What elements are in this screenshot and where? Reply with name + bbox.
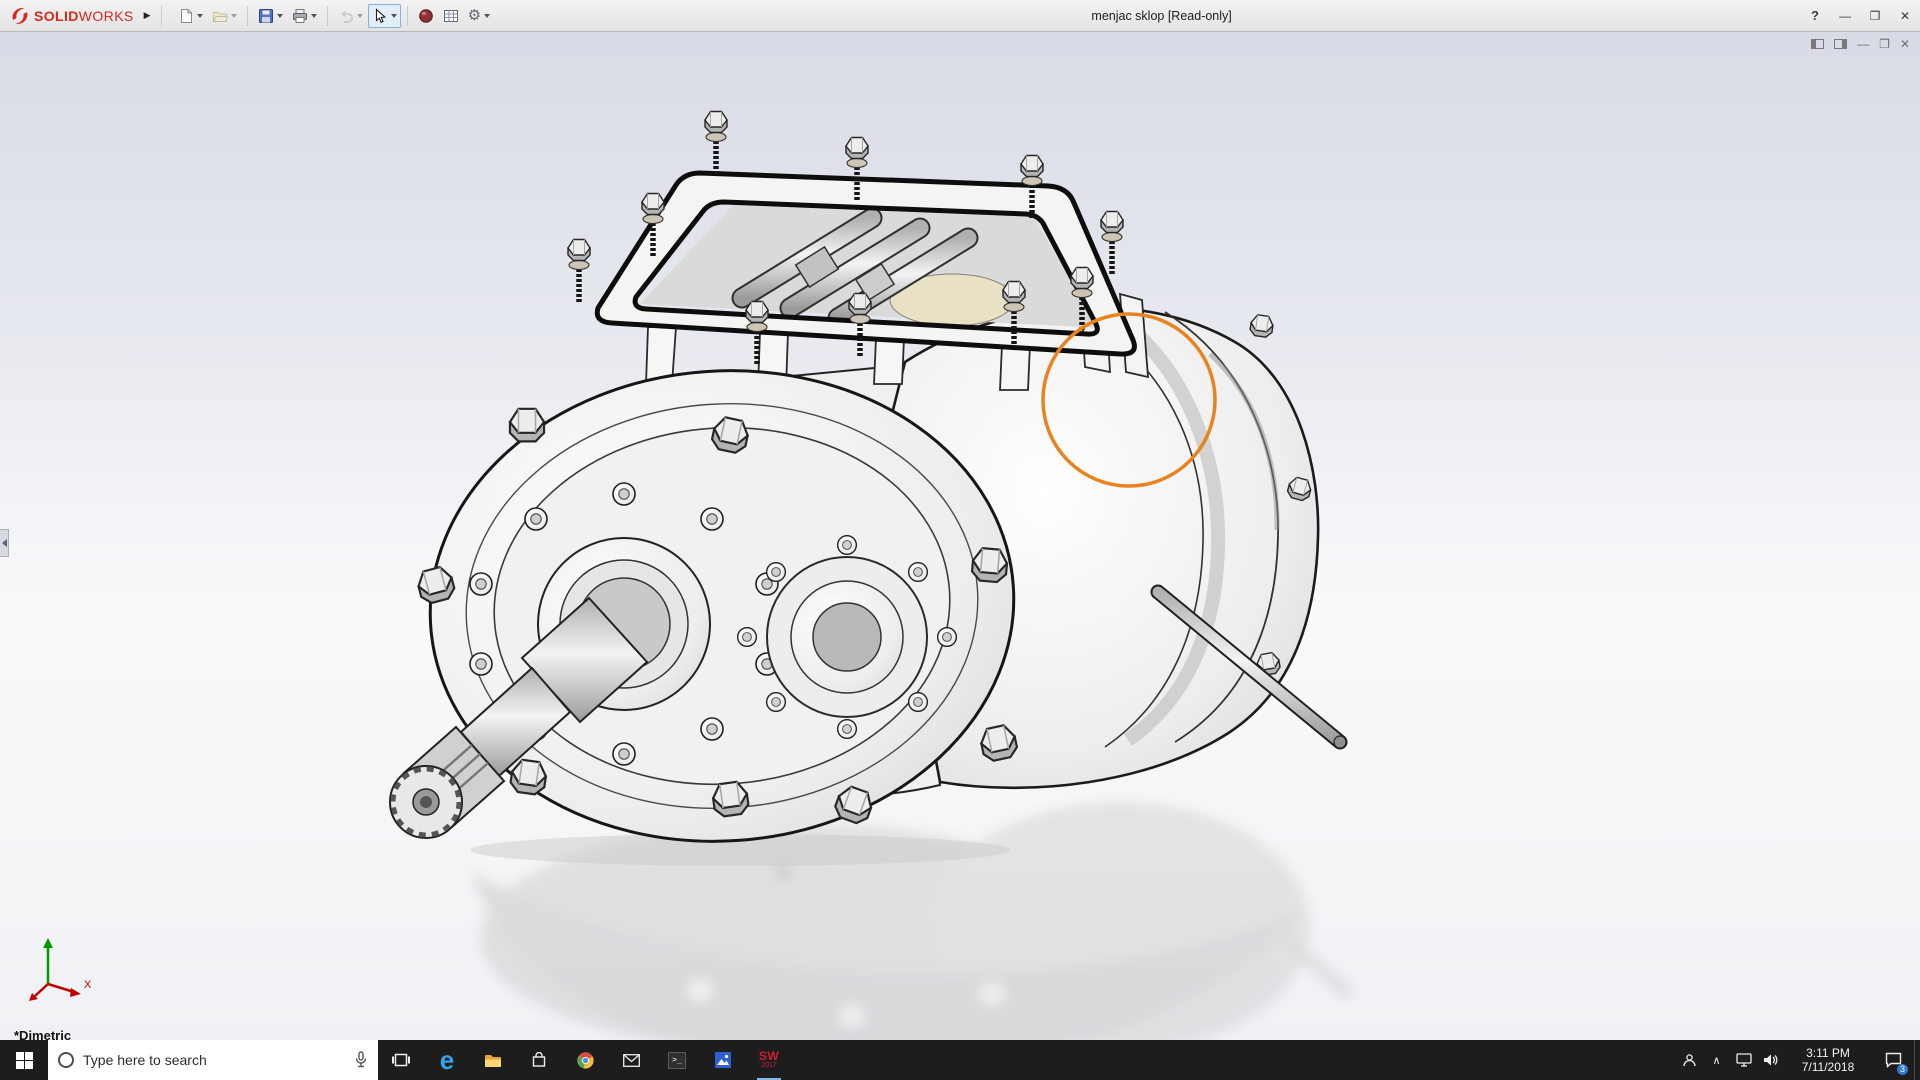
edge-button[interactable]: e — [424, 1040, 470, 1080]
chrome-icon — [577, 1052, 593, 1068]
microphone-icon[interactable] — [354, 1051, 368, 1069]
side-port — [736, 534, 958, 740]
open-button[interactable] — [208, 4, 241, 28]
print-icon — [292, 8, 307, 23]
select-tool-button[interactable] — [367, 3, 401, 28]
search-input[interactable] — [83, 1052, 345, 1068]
open-folder-icon — [212, 11, 228, 22]
task-view-button[interactable] — [378, 1040, 424, 1080]
options-button[interactable]: ⚙ — [464, 4, 494, 28]
select-arrow-icon — [375, 7, 386, 23]
toolbar-separator — [326, 5, 328, 26]
clock-date: 7/11/2018 — [1801, 1060, 1855, 1074]
mail-button[interactable] — [608, 1040, 654, 1080]
store-button[interactable] — [516, 1040, 562, 1080]
file-explorer-button[interactable] — [470, 1040, 516, 1080]
doc-minimize-button[interactable]: — — [1857, 38, 1869, 50]
maximize-button[interactable]: ❐ — [1860, 0, 1890, 31]
network-icon — [1735, 1053, 1752, 1067]
document-title: menjac sklop [Read-only] — [1091, 8, 1232, 23]
window-controls: ? — ❐ ✕ — [1800, 0, 1920, 31]
help-button[interactable]: ? — [1800, 0, 1830, 31]
ds-logo-icon — [12, 7, 28, 24]
solidworks-window: SOLIDWORKS ▶ ⚙ menjac sklop [Read-only] … — [0, 0, 1920, 1080]
quick-access-toolbar: ⚙ — [162, 3, 494, 28]
task-view-icon — [392, 1053, 410, 1067]
dropdown-caret-icon[interactable] — [484, 13, 491, 18]
windows-taskbar: e — [0, 1040, 1920, 1080]
toolbar-separator — [246, 5, 248, 26]
toolbar-separator — [406, 5, 408, 26]
x-axis-arrow — [70, 988, 81, 997]
brand-text: SOLIDWORKS — [34, 7, 134, 24]
dropdown-caret-icon[interactable] — [276, 13, 283, 18]
gearbox-3d-model[interactable] — [0, 32, 1920, 1040]
people-icon — [1683, 1053, 1696, 1066]
folder-icon — [485, 1054, 501, 1067]
dropdown-caret-icon[interactable] — [196, 13, 203, 18]
save-button[interactable] — [254, 4, 287, 28]
print-button[interactable] — [288, 4, 321, 28]
view-orientation-label: *Dimetric — [14, 1028, 72, 1040]
doc-close-button[interactable]: ✕ — [1900, 38, 1910, 50]
start-button[interactable] — [0, 1040, 48, 1080]
minimize-button[interactable]: — — [1830, 0, 1860, 31]
taskbar-search[interactable] — [48, 1040, 378, 1080]
network-button[interactable] — [1730, 1040, 1757, 1080]
featuremanager-collapsed-tab[interactable] — [0, 529, 9, 557]
close-button[interactable]: ✕ — [1890, 0, 1920, 31]
pane-right-icon[interactable] — [1834, 39, 1848, 49]
gear-icon: ⚙ — [467, 6, 482, 24]
chrome-button[interactable] — [562, 1040, 608, 1080]
display-settings-button[interactable] — [439, 4, 463, 28]
system-tray: ∧ 3:11 PM 7/11/2018 3 — [1676, 1040, 1920, 1080]
store-bag-icon — [532, 1052, 546, 1067]
dropdown-caret-icon[interactable] — [230, 13, 237, 18]
doc-restore-button[interactable]: ❐ — [1879, 38, 1890, 50]
dropdown-caret-icon[interactable] — [390, 13, 397, 18]
menu-flyout-arrow[interactable]: ▶ — [140, 4, 162, 27]
show-desktop-button[interactable] — [1914, 1040, 1920, 1080]
appearance-button[interactable] — [414, 4, 438, 28]
mail-icon — [622, 1053, 640, 1067]
solidworks-icon: SW — [758, 1049, 780, 1063]
solidworks-logo: SOLIDWORKS — [0, 6, 140, 26]
solidworks-taskbar-button[interactable]: SW 2017 — [746, 1040, 792, 1080]
cortana-icon — [58, 1052, 74, 1068]
photos-button[interactable] — [700, 1040, 746, 1080]
volume-icon — [1763, 1054, 1777, 1066]
undo-icon — [340, 10, 353, 23]
dropdown-caret-icon[interactable] — [356, 13, 363, 18]
clock-time: 3:11 PM — [1806, 1046, 1850, 1060]
notification-badge: 3 — [1897, 1064, 1908, 1075]
solidworks-year-label: 2017 — [761, 1062, 777, 1069]
pane-left-icon[interactable] — [1811, 39, 1825, 49]
graphics-area[interactable]: — ❐ ✕ X *Dimetric — [0, 32, 1920, 1040]
appearance-sphere-icon — [418, 8, 433, 23]
photos-icon — [715, 1052, 731, 1068]
terminal-button[interactable]: >_ — [654, 1040, 700, 1080]
titlebar: SOLIDWORKS ▶ ⚙ menjac sklop [Read-only] … — [0, 0, 1920, 32]
taskbar-clock[interactable]: 3:11 PM 7/11/2018 — [1784, 1040, 1872, 1080]
x-axis-label: X — [84, 979, 92, 991]
new-document-icon — [180, 8, 192, 23]
hidden-icons-chevron[interactable]: ∧ — [1703, 1040, 1730, 1080]
orientation-triad: X — [29, 938, 92, 1001]
y-axis-arrow — [43, 938, 53, 948]
document-window-controls: — ❐ ✕ — [1811, 38, 1910, 50]
volume-button[interactable] — [1757, 1040, 1784, 1080]
display-grid-icon — [443, 9, 458, 22]
save-icon — [258, 8, 273, 23]
edge-icon: e — [439, 1045, 455, 1075]
dropdown-caret-icon[interactable] — [310, 13, 317, 18]
new-document-button[interactable] — [174, 4, 207, 28]
terminal-icon: >_ — [668, 1051, 686, 1069]
windows-logo-icon — [15, 1051, 33, 1069]
action-center-button[interactable]: 3 — [1872, 1040, 1914, 1080]
undo-button[interactable] — [334, 4, 367, 28]
people-button[interactable] — [1676, 1040, 1703, 1080]
